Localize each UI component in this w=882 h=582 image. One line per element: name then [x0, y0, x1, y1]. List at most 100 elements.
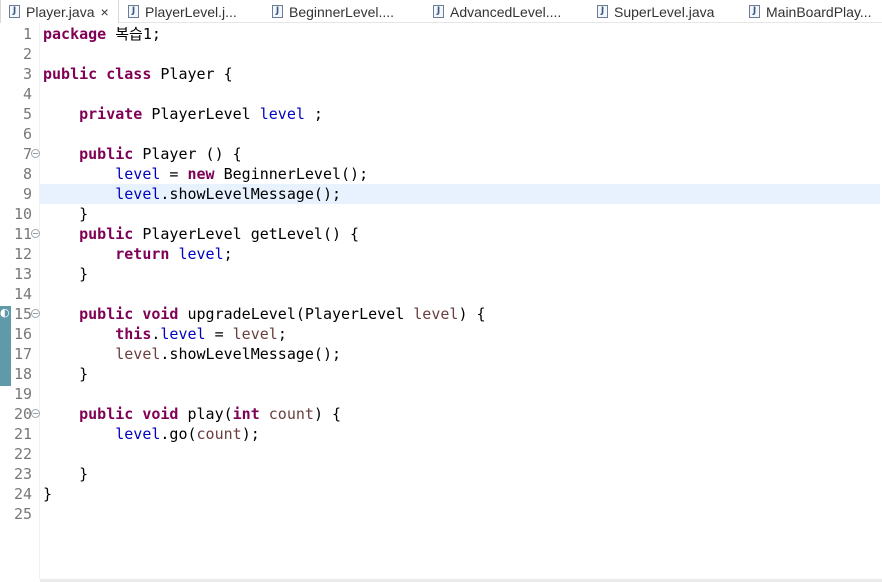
tab-mainboardplay-java[interactable]: J MainBoardPlay...	[749, 0, 872, 23]
parameter-token: level	[115, 345, 161, 363]
parameter-token: count	[196, 425, 242, 443]
code-line[interactable]	[0, 124, 882, 144]
code-token: ) {	[458, 305, 486, 323]
code-token: play(	[178, 405, 233, 423]
code-line[interactable]: }	[0, 484, 882, 504]
code-line[interactable]	[0, 44, 882, 64]
code-line[interactable]	[0, 444, 882, 464]
code-line[interactable]: package 복습1;	[0, 24, 882, 44]
code-token: Player {	[151, 65, 233, 83]
code-line[interactable]: this.level = level;	[0, 324, 882, 344]
current-code-line[interactable]: level.showLevelMessage();	[40, 184, 880, 204]
code-token: ;	[277, 325, 287, 343]
code-text: return level;	[43, 244, 233, 264]
code-line[interactable]: public class Player {	[0, 64, 882, 84]
close-icon[interactable]: ×	[100, 4, 108, 20]
code-editor[interactable]: ◐ 1 package 복습1; 2 3 public class Player {4 5…	[0, 23, 882, 582]
java-file-icon: J	[597, 5, 608, 18]
code-line[interactable]: }	[0, 464, 882, 484]
code-line[interactable]: }	[0, 204, 882, 224]
code-line[interactable]: private PlayerLevel level ;	[0, 104, 882, 124]
code-line[interactable]	[0, 384, 882, 404]
code-line[interactable]: level = new BeginnerLevel();	[0, 164, 882, 184]
code-token: }	[43, 485, 53, 503]
parameter-token: count	[268, 405, 314, 423]
code-line[interactable]: level.go(count);	[0, 424, 882, 444]
tab-label: SuperLevel.java	[614, 3, 715, 20]
code-line[interactable]: public PlayerLevel getLevel() {	[0, 224, 882, 244]
code-line[interactable]: public Player () {	[0, 144, 882, 164]
code-text: }	[43, 264, 88, 284]
code-token: );	[241, 425, 260, 443]
code-token: PlayerLevel getLevel() {	[133, 225, 360, 243]
code-text: }	[43, 204, 88, 224]
keyword-token: public	[79, 145, 134, 163]
keyword-token: int	[232, 405, 260, 423]
code-token: 복습1;	[106, 25, 161, 43]
keyword-token: return	[115, 245, 170, 263]
field-token: level	[259, 105, 305, 123]
keyword-token: public	[43, 65, 98, 83]
tab-advancedlevel-java[interactable]: J AdvancedLevel....	[433, 0, 561, 23]
code-text: public Player () {	[43, 144, 242, 164]
code-token: upgradeLevel(PlayerLevel	[178, 305, 414, 323]
tab-superlevel-java[interactable]: J SuperLevel.java	[597, 0, 714, 23]
code-text: package 복습1;	[43, 24, 161, 44]
tab-beginnerlevel-java[interactable]: J BeginnerLevel....	[272, 0, 394, 23]
keyword-token: public	[79, 305, 134, 323]
code-text: }	[43, 464, 88, 484]
code-token: }	[43, 265, 89, 283]
java-file-icon: J	[433, 5, 444, 18]
code-line[interactable]: }	[0, 364, 882, 384]
code-token: Player () {	[133, 145, 242, 163]
field-token: level	[160, 325, 206, 343]
tab-label: BeginnerLevel....	[289, 3, 395, 20]
code-token: =	[160, 165, 188, 183]
code-line[interactable]: return level;	[0, 244, 882, 264]
code-token: ) {	[313, 405, 342, 423]
keyword-token: public	[79, 225, 134, 243]
field-token: level	[115, 165, 161, 183]
tab-playerlevel-java[interactable]: J PlayerLevel.j...	[128, 0, 237, 23]
code-token: PlayerLevel	[142, 105, 260, 123]
code-text: private PlayerLevel level ;	[43, 104, 323, 124]
code-text: this.level = level;	[43, 324, 287, 344]
keyword-token: public	[79, 405, 134, 423]
code-token: .showLevelMessage();	[160, 345, 342, 363]
keyword-token: package	[43, 25, 107, 43]
tab-player-java[interactable]: J Player.java ×	[0, 0, 119, 23]
code-token: ;	[304, 105, 323, 123]
code-token: .go(	[160, 425, 197, 443]
keyword-token: void	[142, 405, 179, 423]
code-line[interactable]	[0, 84, 882, 104]
parameter-token: level	[232, 325, 278, 343]
code-token: =	[205, 325, 233, 343]
keyword-token: this	[115, 325, 152, 343]
keyword-token: class	[106, 65, 152, 83]
code-token: }	[43, 365, 89, 383]
code-line[interactable]	[0, 284, 882, 304]
tab-label: Player.java	[26, 3, 95, 20]
code-line[interactable]	[0, 504, 882, 524]
java-file-icon: J	[749, 5, 760, 18]
java-file-icon: J	[9, 5, 20, 18]
code-line[interactable]: level.showLevelMessage();	[0, 344, 882, 364]
code-token: ;	[223, 245, 233, 263]
field-token: level	[115, 185, 161, 203]
code-line[interactable]: public void play(int count) {	[0, 404, 882, 424]
code-text: }	[43, 364, 88, 384]
keyword-token: void	[142, 305, 179, 323]
code-line[interactable]: public void upgradeLevel(PlayerLevel lev…	[0, 304, 882, 324]
code-line[interactable]: }	[0, 264, 882, 284]
